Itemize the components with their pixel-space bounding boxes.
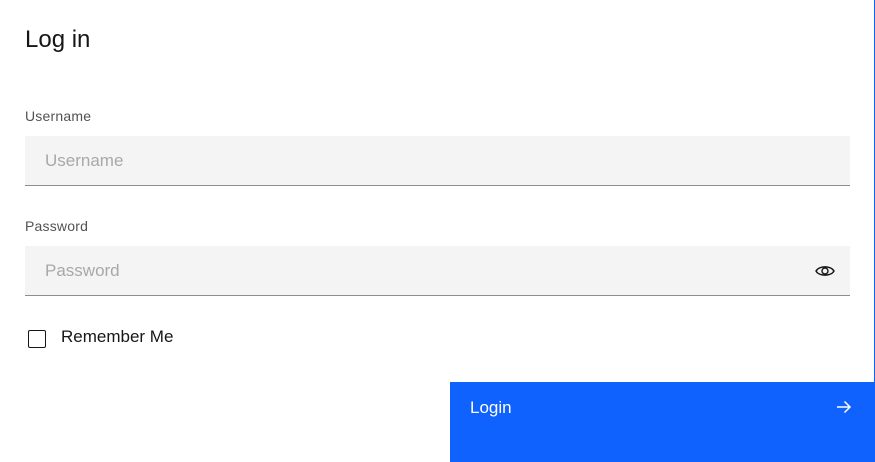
page-title: Log in bbox=[25, 26, 91, 53]
password-input[interactable] bbox=[25, 246, 850, 295]
username-field-wrapper bbox=[25, 136, 850, 186]
eye-icon[interactable] bbox=[814, 261, 836, 281]
remember-me-label: Remember Me bbox=[61, 327, 174, 346]
remember-me-control[interactable]: Remember Me bbox=[28, 326, 173, 348]
password-field-wrapper bbox=[25, 246, 850, 296]
remember-me-checkbox[interactable] bbox=[28, 330, 46, 348]
username-input[interactable] bbox=[25, 136, 850, 185]
login-button[interactable]: Login bbox=[450, 382, 875, 462]
username-label: Username bbox=[25, 108, 92, 124]
arrow-right-icon bbox=[835, 398, 853, 416]
login-button-label: Login bbox=[470, 398, 512, 417]
password-label: Password bbox=[25, 218, 89, 234]
